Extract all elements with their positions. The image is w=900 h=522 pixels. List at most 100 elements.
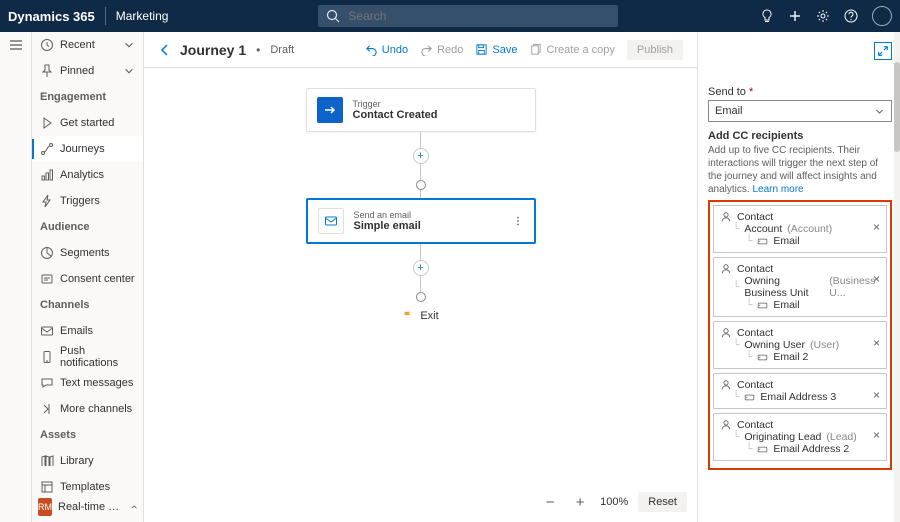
field-icon: [757, 236, 768, 247]
area-switcher[interactable]: RM Real-time marketi...: [32, 498, 144, 516]
field-icon: [744, 392, 755, 403]
nav-library[interactable]: Library: [32, 448, 143, 474]
field-icon: [757, 352, 768, 363]
trigger-card[interactable]: TriggerContact Created: [306, 88, 536, 132]
scrollbar[interactable]: [894, 32, 900, 522]
chat-icon: [40, 376, 54, 390]
undo-icon: [365, 43, 378, 56]
nav-get-started[interactable]: Get started: [32, 110, 143, 136]
push-icon: [40, 350, 54, 364]
person-icon: [720, 327, 732, 339]
nav-group-engagement: Engagement: [32, 84, 143, 110]
journey-canvas[interactable]: TriggerContact Created + Send an emailSi…: [144, 68, 697, 522]
bolt-icon: [40, 194, 54, 208]
template-icon: [40, 480, 54, 494]
back-icon: [158, 43, 172, 57]
area-label: Real-time marketi...: [58, 501, 124, 513]
save-button[interactable]: Save: [475, 43, 517, 56]
chevron-down-icon: [123, 65, 135, 77]
cc-recipient-card[interactable]: × Contact└Owning Business Unit (Business…: [713, 257, 887, 317]
cc-recipient-card[interactable]: × Contact└Owning User (User) └Email 2: [713, 321, 887, 369]
nav-analytics[interactable]: Analytics: [32, 162, 143, 188]
nav-segments[interactable]: Segments: [32, 240, 143, 266]
flag-icon: [402, 310, 414, 322]
nav-triggers[interactable]: Triggers: [32, 188, 143, 214]
user-avatar[interactable]: [872, 6, 892, 26]
nav-more-channels[interactable]: More channels: [32, 396, 143, 422]
hamburger-icon: [9, 38, 23, 52]
gear-icon: [816, 9, 830, 23]
person-icon: [720, 211, 732, 223]
app-name: Marketing: [116, 9, 169, 23]
cc-recipient-card[interactable]: × Contact└Email Address 3: [713, 373, 887, 409]
publish-button[interactable]: Publish: [627, 40, 683, 60]
mail-icon: [40, 324, 54, 338]
trigger-badge: [317, 97, 343, 123]
remove-cc-button[interactable]: ×: [873, 388, 880, 402]
global-search[interactable]: [318, 5, 618, 27]
nav-emails[interactable]: Emails: [32, 318, 143, 344]
header-divider: [105, 7, 106, 25]
undo-button[interactable]: Undo: [365, 43, 408, 56]
help-icon: [844, 9, 858, 23]
nav-toggle[interactable]: [9, 38, 23, 52]
insights-button[interactable]: [760, 9, 774, 23]
nav-group-channels: Channels: [32, 292, 143, 318]
zoom-controls: − + 100% Reset: [540, 492, 687, 512]
search-input[interactable]: [346, 8, 610, 24]
email-badge: [318, 208, 344, 234]
lightbulb-icon: [760, 9, 774, 23]
email-card[interactable]: Send an emailSimple email: [306, 198, 536, 244]
nav-recent-label: Recent: [60, 39, 95, 51]
cc-recipient-card[interactable]: × Contact└Account (Account) └Email: [713, 205, 887, 253]
nav-journeys[interactable]: Journeys: [32, 136, 143, 162]
remove-cc-button[interactable]: ×: [873, 336, 880, 350]
play-icon: [40, 116, 54, 130]
expand-icon: [877, 45, 889, 57]
nav-push[interactable]: Push notifications: [32, 344, 143, 370]
add-step-button[interactable]: +: [413, 148, 429, 164]
nav-templates[interactable]: Templates: [32, 474, 143, 500]
sendto-select[interactable]: Email: [708, 100, 892, 122]
chevron-down-icon: [123, 39, 135, 51]
back-button[interactable]: [158, 43, 172, 57]
plus-icon: [788, 9, 802, 23]
field-icon: [757, 300, 768, 311]
settings-button[interactable]: [816, 9, 830, 23]
segment-icon: [40, 246, 54, 260]
remove-cc-button[interactable]: ×: [873, 272, 880, 286]
app-header: Dynamics 365 Marketing: [0, 0, 900, 32]
page-title: Journey 1: [180, 42, 246, 58]
area-badge: RM: [38, 498, 52, 516]
status-badge: Draft: [270, 44, 294, 56]
nav-pinned[interactable]: Pinned: [32, 58, 143, 84]
redo-button[interactable]: Redo: [420, 43, 463, 56]
card-more-button[interactable]: [512, 215, 524, 227]
nav-text[interactable]: Text messages: [32, 370, 143, 396]
zoom-in-button[interactable]: +: [570, 492, 590, 512]
command-bar: Journey 1 • Draft Undo Redo Save Create …: [144, 32, 697, 68]
zoom-reset-button[interactable]: Reset: [638, 492, 687, 512]
expand-panel-button[interactable]: [874, 42, 892, 60]
remove-cc-button[interactable]: ×: [873, 220, 880, 234]
cc-recipient-card[interactable]: × Contact└Originating Lead (Lead) └Email…: [713, 413, 887, 461]
connector-node: [416, 180, 426, 190]
zoom-level: 100%: [600, 496, 628, 508]
chevron-down-icon: [130, 501, 138, 513]
add-step-button[interactable]: +: [413, 260, 429, 276]
remove-cc-button[interactable]: ×: [873, 428, 880, 442]
copy-button[interactable]: Create a copy: [529, 43, 614, 56]
help-button[interactable]: [844, 9, 858, 23]
learn-more-link[interactable]: Learn more: [752, 184, 803, 195]
nav-consent[interactable]: Consent center: [32, 266, 143, 292]
redo-icon: [420, 43, 433, 56]
properties-panel: Send to * Email Add CC recipients Add up…: [698, 32, 900, 522]
brand-label: Dynamics 365: [8, 9, 95, 24]
zoom-out-button[interactable]: −: [540, 492, 560, 512]
arrow-right-icon: [323, 103, 337, 117]
person-icon: [720, 419, 732, 431]
mail-icon: [324, 214, 338, 228]
nav-recent[interactable]: Recent: [32, 32, 143, 58]
quick-create-button[interactable]: [788, 9, 802, 23]
exit-node: Exit: [402, 310, 438, 322]
